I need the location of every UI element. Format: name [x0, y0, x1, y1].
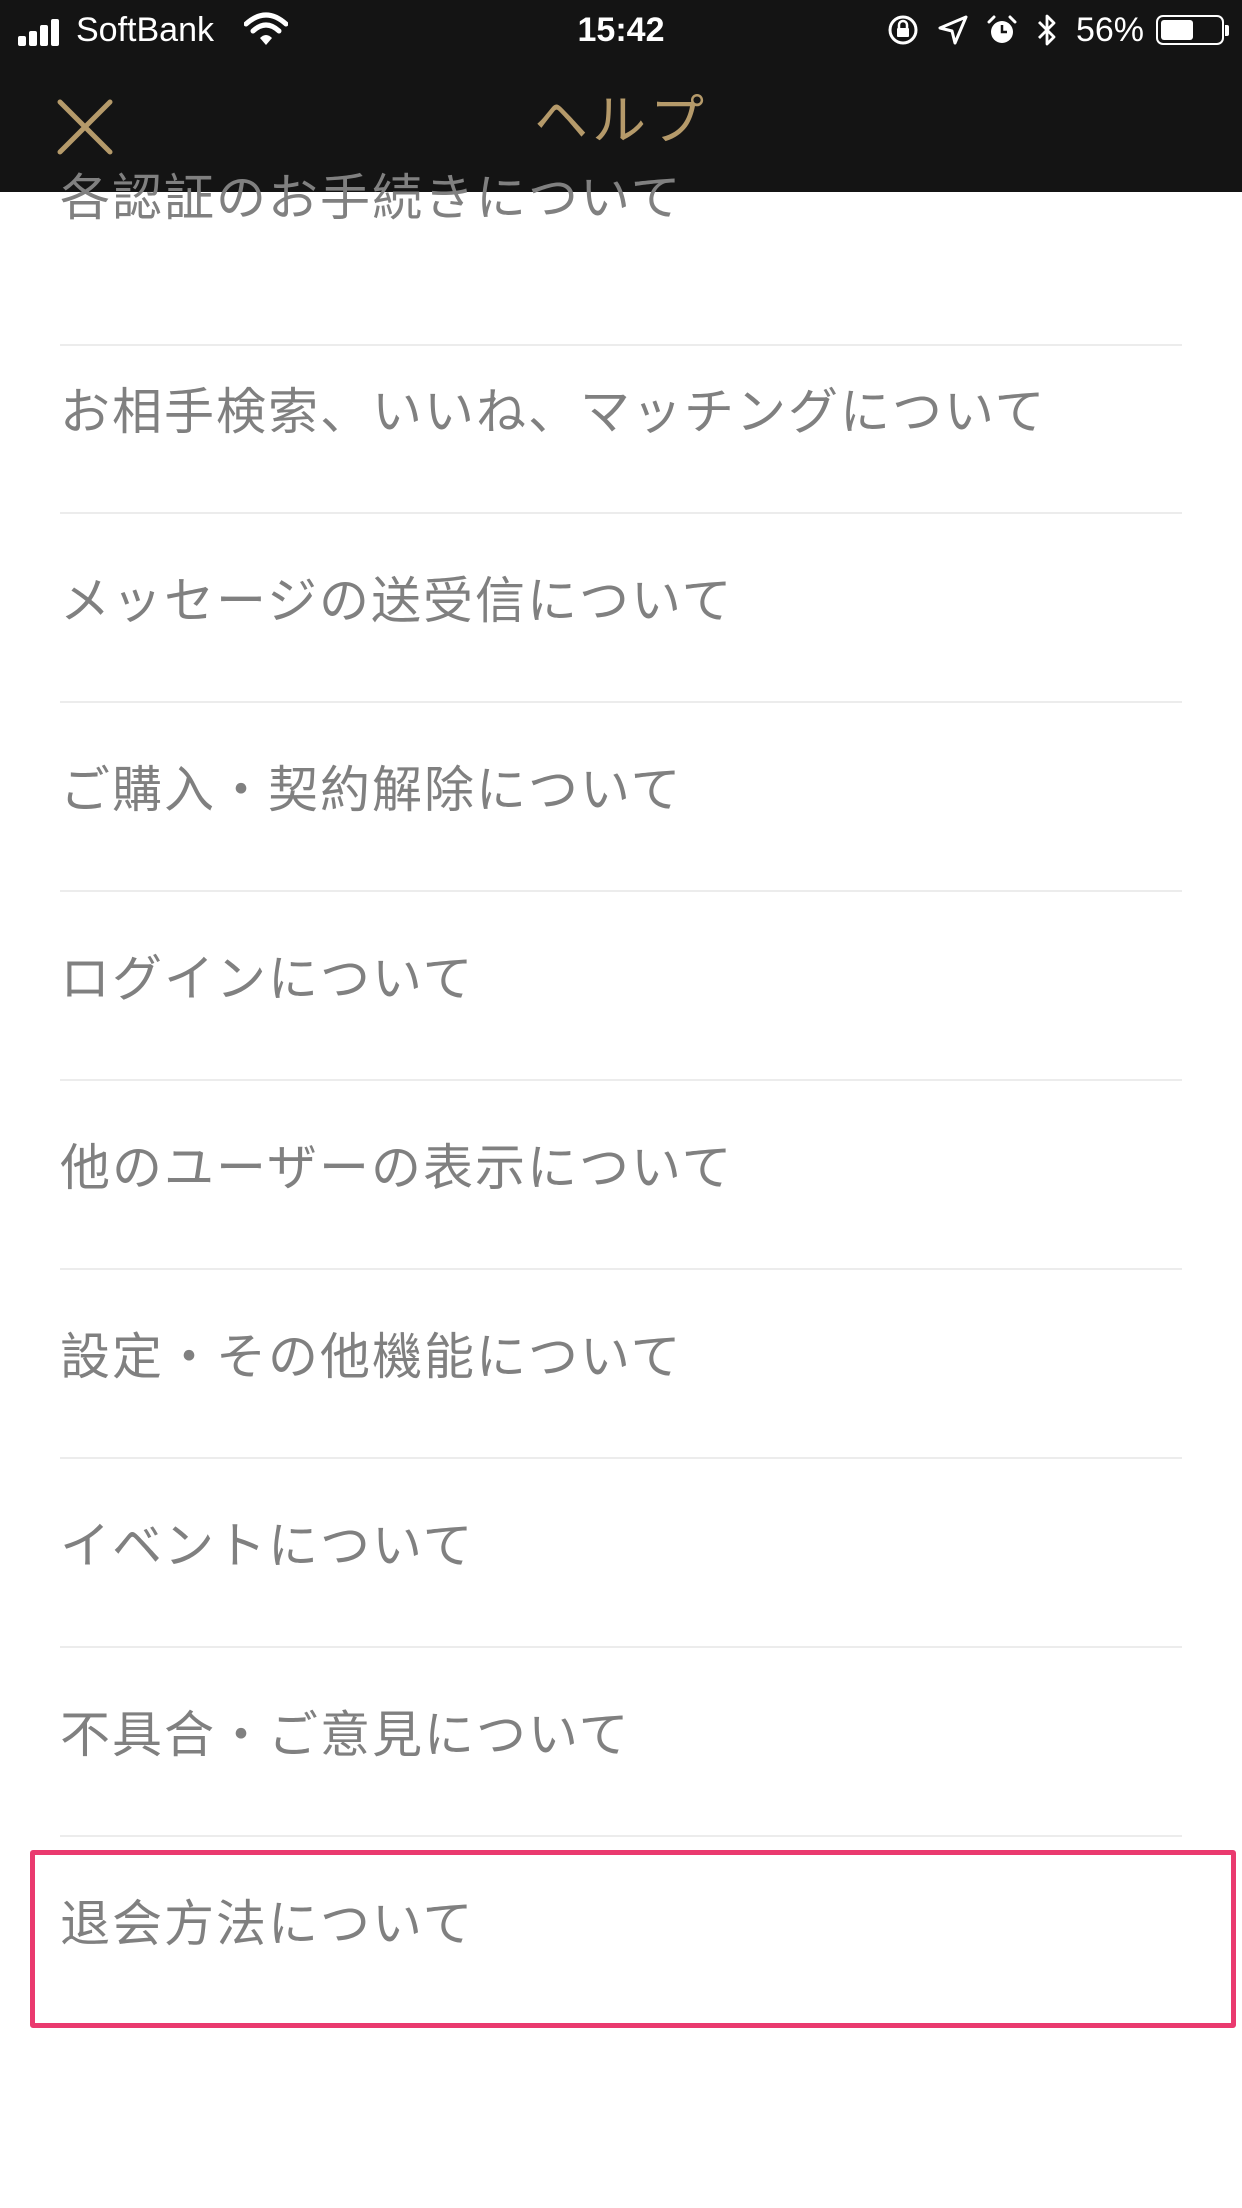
help-item-other-users-display[interactable]: 他のユーザーの表示について [60, 1082, 1182, 1270]
help-item-purchase-cancellation[interactable]: ご購入・契約解除について [60, 704, 1182, 892]
alarm-icon [987, 15, 1017, 43]
bluetooth-icon [1037, 14, 1056, 46]
battery-percent: 56% [1075, 11, 1144, 49]
highlight-annotation [30, 1850, 1236, 2028]
help-item-login[interactable]: ログインについて [60, 893, 1182, 1081]
help-item-label: 他のユーザーの表示について [60, 1139, 734, 1197]
help-item-label: 設定・その他機能について [60, 1328, 683, 1386]
help-item-label: ログインについて [60, 950, 475, 1008]
help-item-search-like-matching[interactable]: お相手検索、いいね、マッチングについて [60, 326, 1182, 514]
help-item-settings-other-features[interactable]: 設定・その他機能について [60, 1271, 1182, 1459]
help-item-label: メッセージの送受信について [60, 572, 734, 630]
location-icon [938, 15, 968, 45]
help-item-verification[interactable]: 各認証のお手続きについて [60, 158, 1182, 346]
help-item-label: イベントについて [60, 1517, 475, 1575]
help-item-label: 各認証のお手続きについて [60, 169, 683, 227]
help-item-bugs-feedback[interactable]: 不具合・ご意見について [60, 1649, 1182, 1837]
help-item-label: お相手検索、いいね、マッチングについて [60, 383, 1047, 441]
battery-icon [1156, 15, 1229, 45]
help-item-label: 不具合・ご意見について [60, 1706, 631, 1764]
page-title: ヘルプ [534, 89, 708, 152]
help-item-events[interactable]: イベントについて [60, 1460, 1182, 1648]
battery-fill [1161, 20, 1193, 40]
status-indicators: 56% [886, 10, 1229, 50]
rotation-lock-icon [888, 15, 918, 45]
help-item-label: ご購入・契約解除について [60, 761, 683, 819]
help-item-messaging[interactable]: メッセージの送受信について [60, 515, 1182, 703]
status-bar: SoftBank 15:42 56% [0, 0, 1242, 62]
